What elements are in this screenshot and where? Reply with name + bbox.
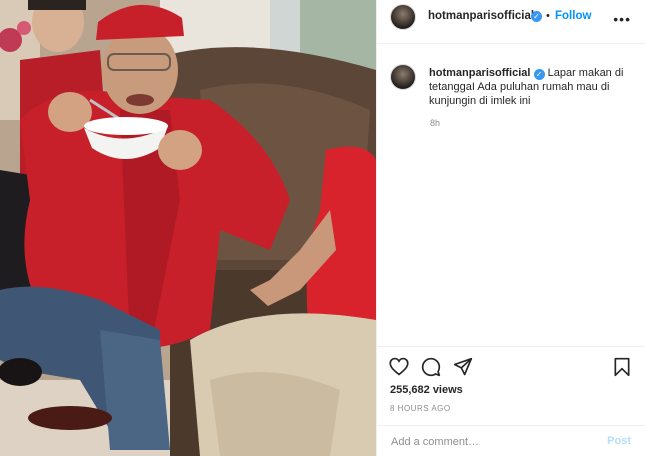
post-timestamp[interactable]: 8 HOURS AGO	[390, 404, 451, 413]
comment-bar: Post	[377, 425, 645, 456]
video-frame-illustration	[0, 0, 376, 456]
author-username[interactable]: hotmanparisofficial	[428, 10, 534, 22]
heart-icon[interactable]	[389, 357, 409, 376]
view-count[interactable]: 255,682 views	[390, 384, 463, 396]
action-bar	[377, 346, 645, 347]
more-options-icon[interactable]: •••	[613, 11, 631, 27]
follow-button[interactable]: Follow	[555, 10, 591, 22]
caption-age[interactable]: 8h	[430, 118, 440, 128]
bookmark-icon[interactable]	[613, 357, 631, 377]
header-separator: •	[546, 10, 550, 22]
paper-plane-icon[interactable]	[453, 357, 473, 377]
comment-input[interactable]	[389, 433, 593, 451]
post-header: hotmanparisofficial ✓ • Follow •••	[377, 0, 645, 44]
caption-verified-badge-icon: ✓	[533, 69, 545, 80]
post-media-video[interactable]	[0, 0, 376, 456]
author-avatar[interactable]	[390, 4, 416, 30]
post-comment-button[interactable]: Post	[607, 435, 631, 447]
caption-username[interactable]: hotmanparisofficial	[429, 67, 530, 79]
post-caption: hotmanparisofficial ✓ Lapar makan di tet…	[429, 66, 629, 108]
post-side-panel: hotmanparisofficial ✓ • Follow ••• hotma…	[376, 0, 645, 456]
verified-badge-icon: ✓	[531, 11, 542, 22]
comment-bubble-icon[interactable]	[421, 357, 441, 377]
caption-avatar[interactable]	[390, 64, 416, 90]
